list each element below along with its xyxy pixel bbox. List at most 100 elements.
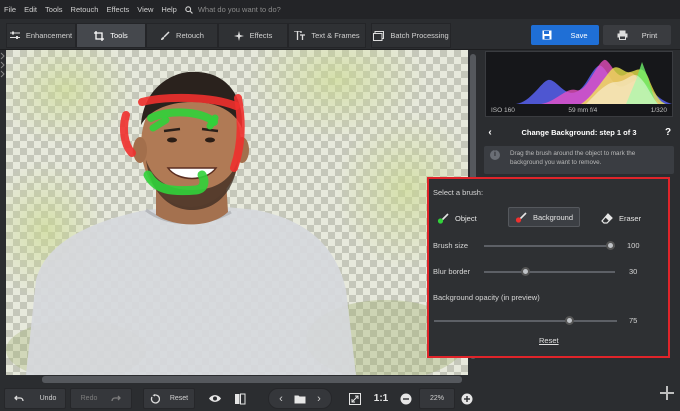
brush-reset-link[interactable]: Reset (539, 336, 559, 345)
redo-icon (111, 395, 122, 401)
zoom-in-button[interactable] (459, 388, 475, 409)
bottom-bar: Undo Redo Reset ‹ › 1:1 22% (0, 384, 680, 411)
object-brush-icon (437, 212, 449, 224)
print-label: Print (641, 30, 658, 40)
redo-label: Redo (80, 395, 98, 402)
histogram-chart (516, 59, 672, 104)
chevron-right-icon[interactable]: › (309, 393, 329, 405)
undo-label: Undo (39, 395, 57, 402)
menu-retouch[interactable]: Retouch (67, 5, 103, 14)
fit-screen-button[interactable] (345, 388, 365, 409)
tab-enhancement[interactable]: Enhancement (6, 23, 76, 48)
redo-button[interactable]: Redo (70, 388, 132, 409)
photo-image (6, 50, 468, 375)
horizontal-scrollbar[interactable] (6, 375, 468, 384)
brush-size-knob[interactable] (606, 241, 615, 250)
search-placeholder: What do you want to do? (197, 5, 281, 14)
brush-object-button[interactable]: Object (437, 208, 477, 228)
reset-label: Reset (169, 395, 189, 402)
menu-tools[interactable]: Tools (41, 5, 67, 14)
tab-batch-processing[interactable]: Batch Processing (371, 23, 451, 48)
brush-eraser-button[interactable]: Eraser (601, 208, 641, 228)
zoom-out-button[interactable] (398, 388, 414, 409)
brush-eraser-label: Eraser (619, 213, 642, 223)
opacity-value: 75 (629, 316, 638, 325)
menu-effects[interactable]: Effects (102, 5, 133, 14)
navigator-group: ‹ › (268, 388, 332, 409)
undo-icon (13, 395, 24, 401)
opacity-knob[interactable] (564, 316, 574, 325)
histogram-panel: ISO 160 59 mm f/4 1/320 (485, 51, 673, 117)
background-brush-icon (515, 211, 527, 223)
save-button[interactable]: Save (531, 25, 599, 45)
zoom-value[interactable]: 22% (419, 388, 455, 409)
exif-meta: ISO 160 59 mm f/4 1/320 (486, 107, 672, 114)
menu-edit[interactable]: Edit (20, 5, 41, 14)
reset-icon (150, 393, 160, 404)
tab-text-frames[interactable]: Text & Frames (288, 23, 366, 48)
select-brush-label: Select a brush: (433, 188, 484, 197)
fit-screen-icon (349, 392, 361, 405)
search-icon (185, 5, 193, 14)
blur-border-knob[interactable] (520, 267, 530, 276)
printer-icon (617, 30, 628, 40)
brush-size-label: Brush size (433, 241, 469, 250)
menu-help[interactable]: Help (157, 5, 180, 14)
print-button[interactable]: Print (603, 25, 671, 45)
chevron-left-icon[interactable]: ‹ (271, 393, 291, 405)
actual-size-button[interactable]: 1:1 (370, 388, 392, 409)
menu-bar: File Edit Tools Retouch Effects View Hel… (0, 0, 680, 19)
brush-size-slider[interactable] (484, 241, 615, 250)
brush-background-label: Background (533, 212, 574, 222)
undo-button[interactable]: Undo (4, 388, 66, 409)
tab-effects-label: Effects (249, 31, 273, 40)
brush-background-button[interactable]: Background (508, 207, 581, 227)
reset-button[interactable]: Reset (143, 388, 195, 409)
opacity-slider[interactable] (434, 316, 617, 325)
menu-view[interactable]: View (133, 5, 157, 14)
compare-button[interactable] (230, 388, 250, 409)
brush-icon (161, 30, 170, 40)
exif-iso: ISO 160 (491, 107, 515, 114)
eye-icon (209, 395, 221, 402)
folder-icon[interactable] (294, 394, 306, 404)
tab-retouch[interactable]: Retouch (146, 23, 218, 48)
info-icon: i (490, 150, 500, 160)
info-box: i Drag the brush around the object to ma… (484, 146, 674, 174)
help-button[interactable]: ? (661, 127, 675, 138)
save-label: Save (570, 30, 588, 40)
compare-icon (235, 393, 246, 404)
tab-tools-label: Tools (110, 31, 128, 40)
batch-icon (373, 30, 385, 41)
step-header: ‹ Change Background: step 1 of 3 ? (483, 121, 675, 143)
tab-batch-label: Batch Processing (390, 31, 449, 40)
tab-tools[interactable]: Tools (76, 23, 146, 48)
step-title: Change Background: step 1 of 3 (521, 127, 637, 137)
opacity-label: Background opacity (in preview) (433, 293, 540, 302)
exif-shutter: 1/320 (650, 107, 667, 114)
floppy-icon (542, 30, 552, 40)
eraser-icon (601, 212, 613, 224)
crop-icon (94, 30, 105, 41)
brush-object-label: Object (455, 213, 477, 223)
tab-retouch-label: Retouch (176, 31, 204, 40)
blur-border-label: Blur border (433, 267, 471, 276)
menu-file[interactable]: File (0, 5, 20, 14)
blur-border-slider[interactable] (484, 267, 615, 276)
sliders-icon (9, 31, 20, 39)
chevron-left-icon[interactable]: ‹ (483, 127, 497, 138)
search-box[interactable]: What do you want to do? (185, 5, 281, 14)
add-icon[interactable] (660, 386, 674, 400)
exif-lens: 59 mm f/4 (568, 107, 598, 114)
photo-canvas[interactable] (6, 50, 468, 375)
info-text: Drag the brush around the object to mark… (510, 150, 636, 166)
plus-circle-icon (461, 393, 473, 404)
tab-enhancement-label: Enhancement (25, 31, 73, 40)
preview-eye-button[interactable] (205, 388, 225, 409)
tab-text-frames-label: Text & Frames (311, 31, 360, 40)
blur-border-value: 30 (629, 267, 638, 276)
brush-settings-panel: Select a brush: Object Background Eraser… (427, 177, 670, 358)
horizontal-scroll-thumb[interactable] (42, 376, 462, 383)
tab-effects[interactable]: Effects (218, 23, 288, 48)
app-window: File Edit Tools Retouch Effects View Hel… (0, 0, 680, 411)
